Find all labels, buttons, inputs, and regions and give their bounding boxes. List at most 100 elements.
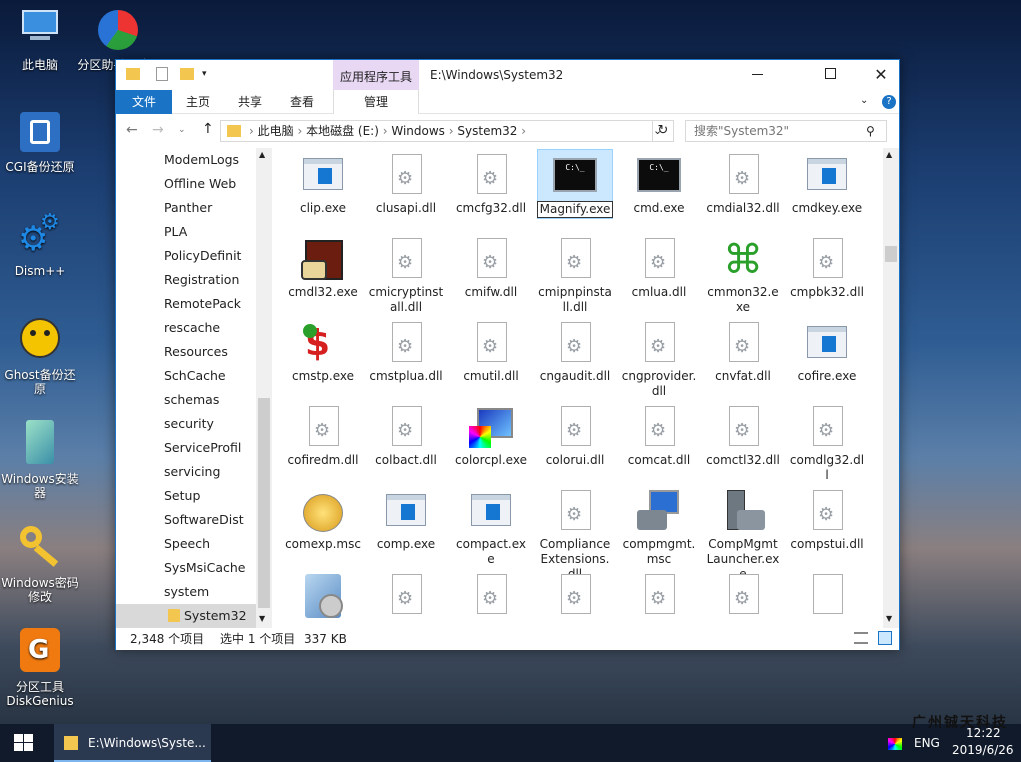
tab-view[interactable]: 查看 xyxy=(276,90,328,114)
file-item[interactable]: cmdkey.exe xyxy=(789,154,865,216)
file-item[interactable]: cmcfg32.dll xyxy=(453,154,529,216)
file-item[interactable]: compmgmt.msc xyxy=(621,490,697,567)
tab-file[interactable]: 文件 xyxy=(116,90,172,114)
start-button[interactable] xyxy=(14,734,34,752)
taskbar-explorer-button[interactable]: E:\Windows\Syste... xyxy=(54,724,211,762)
compmgmt2-file-icon xyxy=(721,490,765,534)
desktop-icon-computer[interactable]: 此电脑 xyxy=(0,6,80,72)
nav-item[interactable]: System32 xyxy=(116,604,256,628)
content-scroll-down-icon[interactable]: ▼ xyxy=(886,614,892,624)
maximize-button[interactable] xyxy=(825,68,836,79)
dll-file-icon xyxy=(301,406,345,450)
search-icon[interactable]: ⚲ xyxy=(866,123,875,139)
file-item[interactable]: cmlua.dll xyxy=(621,238,697,300)
file-item[interactable]: clip.exe xyxy=(285,154,361,216)
file-item[interactable] xyxy=(285,574,361,621)
refresh-button[interactable]: ↻ xyxy=(652,120,674,142)
search-box[interactable]: ⚲ xyxy=(685,120,887,142)
language-indicator[interactable]: ENG xyxy=(914,736,940,750)
file-item[interactable]: colorui.dll xyxy=(537,406,613,468)
nav-scrollbar[interactable]: ▲ ▼ xyxy=(256,148,272,628)
ribbon-expand-icon[interactable]: ⌄ xyxy=(860,94,868,108)
file-item[interactable]: cmutil.dll xyxy=(453,322,529,384)
file-item[interactable]: comdlg32.dll xyxy=(789,406,865,483)
file-item[interactable]: cmdl32.exe xyxy=(285,238,361,300)
file-item[interactable]: cofiredm.dll xyxy=(285,406,361,468)
address-bar[interactable]: › 此电脑 › 本地磁盘 (E:) › Windows › System32 ›… xyxy=(220,120,674,142)
file-item[interactable]: CompMgmtLauncher.exe xyxy=(705,490,781,582)
help-icon[interactable]: ? xyxy=(882,95,896,109)
file-view[interactable]: clip.exe clusapi.dll cmcfg32.dll C:\_ Magnif… xyxy=(273,148,883,628)
content-scroll-up-icon[interactable]: ▲ xyxy=(886,150,892,160)
breadcrumb-item[interactable]: Windows xyxy=(391,124,445,138)
breadcrumb-item[interactable]: System32 xyxy=(457,124,517,138)
desktop-icon-dism[interactable]: ⚙ ⚙ Dism++ xyxy=(0,212,80,279)
file-item[interactable]: ComplianceExtensions.dll xyxy=(537,490,613,582)
new-folder-icon[interactable] xyxy=(180,68,194,80)
file-item[interactable]: C:\_ cmd.exe xyxy=(621,154,697,216)
file-item[interactable]: comexp.msc xyxy=(285,490,361,552)
forward-button[interactable]: → xyxy=(152,122,164,138)
file-item[interactable] xyxy=(705,574,781,621)
file-item[interactable]: cmicryptinstall.dll xyxy=(368,238,444,315)
file-item[interactable]: comcat.dll xyxy=(621,406,697,468)
file-item[interactable]: cngaudit.dll xyxy=(537,322,613,384)
file-item[interactable]: colbact.dll xyxy=(368,406,444,468)
file-name: clip.exe xyxy=(300,201,346,215)
file-item[interactable]: colorcpl.exe xyxy=(453,406,529,468)
properties-icon[interactable] xyxy=(156,67,168,81)
up-button[interactable]: ↑ xyxy=(202,121,214,137)
color-tray-icon[interactable] xyxy=(888,738,902,750)
file-name[interactable]: Magnify.exe xyxy=(537,201,613,218)
back-button[interactable]: ← xyxy=(126,122,138,138)
desktop-icon-ghost[interactable]: Ghost备份还原 xyxy=(0,316,80,396)
large-icons-view-button[interactable] xyxy=(878,631,892,645)
file-item[interactable]: clusapi.dll xyxy=(368,154,444,216)
file-item[interactable]: ⌘ cmmon32.exe xyxy=(705,238,781,315)
tab-manage[interactable]: 管理 xyxy=(333,90,419,114)
file-item[interactable]: cofire.exe xyxy=(789,322,865,384)
breadcrumb-item[interactable]: 本地磁盘 (E:) xyxy=(306,124,379,138)
details-view-button[interactable] xyxy=(854,632,868,644)
file-item[interactable]: comp.exe xyxy=(368,490,444,552)
nav-scroll-thumb[interactable] xyxy=(258,398,270,608)
file-item[interactable]: C:\_ Magnify.exe xyxy=(537,149,613,219)
search-input[interactable] xyxy=(686,121,862,141)
file-item[interactable]: cmdial32.dll xyxy=(705,154,781,216)
file-item[interactable] xyxy=(621,574,697,621)
recent-chevron-icon[interactable]: ⌄ xyxy=(178,123,186,137)
desktop-icon-password[interactable]: Windows密码修改 xyxy=(0,524,80,604)
breadcrumb-item[interactable]: 此电脑 xyxy=(258,124,294,138)
tab-home[interactable]: 主页 xyxy=(172,90,224,114)
file-item[interactable]: cngprovider.dll xyxy=(621,322,697,399)
desktop-icon-diskgenius[interactable]: G 分区工具DiskGenius xyxy=(0,628,80,708)
nav-scroll-up-icon[interactable]: ▲ xyxy=(259,150,265,160)
tab-share[interactable]: 共享 xyxy=(224,90,276,114)
nav-item-label: Setup xyxy=(164,488,201,503)
title-bar[interactable]: ▾ 应用程序工具 E:\Windows\System32 ✕ xyxy=(116,60,899,114)
close-button[interactable]: ✕ xyxy=(864,62,898,88)
file-item[interactable] xyxy=(368,574,444,621)
file-item[interactable]: $ cmstp.exe xyxy=(285,322,361,384)
minimize-button[interactable] xyxy=(752,74,763,75)
file-item[interactable]: compact.exe xyxy=(453,490,529,567)
desktop-icon-label: CGI备份还原 xyxy=(5,160,75,174)
explorer-window[interactable]: ▾ 应用程序工具 E:\Windows\System32 ✕ 文件 主页 共享 … xyxy=(115,59,900,650)
content-scrollbar[interactable]: ▲ ▼ xyxy=(883,148,899,628)
chevron-down-icon[interactable]: ▾ xyxy=(202,67,207,81)
file-item[interactable]: cmifw.dll xyxy=(453,238,529,300)
file-item[interactable] xyxy=(537,574,613,621)
desktop-icon-windows-installer[interactable]: Windows安装器 xyxy=(0,420,80,500)
file-item[interactable]: cnvfat.dll xyxy=(705,322,781,384)
file-item[interactable] xyxy=(789,574,865,621)
nav-scroll-down-icon[interactable]: ▼ xyxy=(259,614,265,624)
file-item[interactable]: compstui.dll xyxy=(789,490,865,552)
desktop-icon-cgi[interactable]: CGI备份还原 xyxy=(0,108,80,174)
file-item[interactable]: comctl32.dll xyxy=(705,406,781,468)
file-item[interactable]: cmpbk32.dll xyxy=(789,238,865,300)
content-scroll-thumb[interactable] xyxy=(885,246,897,262)
file-item[interactable]: cmstplua.dll xyxy=(368,322,444,384)
clock-date[interactable]: 2019/6/26 xyxy=(952,743,1014,757)
file-item[interactable]: cmipnpinstall.dll xyxy=(537,238,613,315)
file-item[interactable] xyxy=(453,574,529,621)
